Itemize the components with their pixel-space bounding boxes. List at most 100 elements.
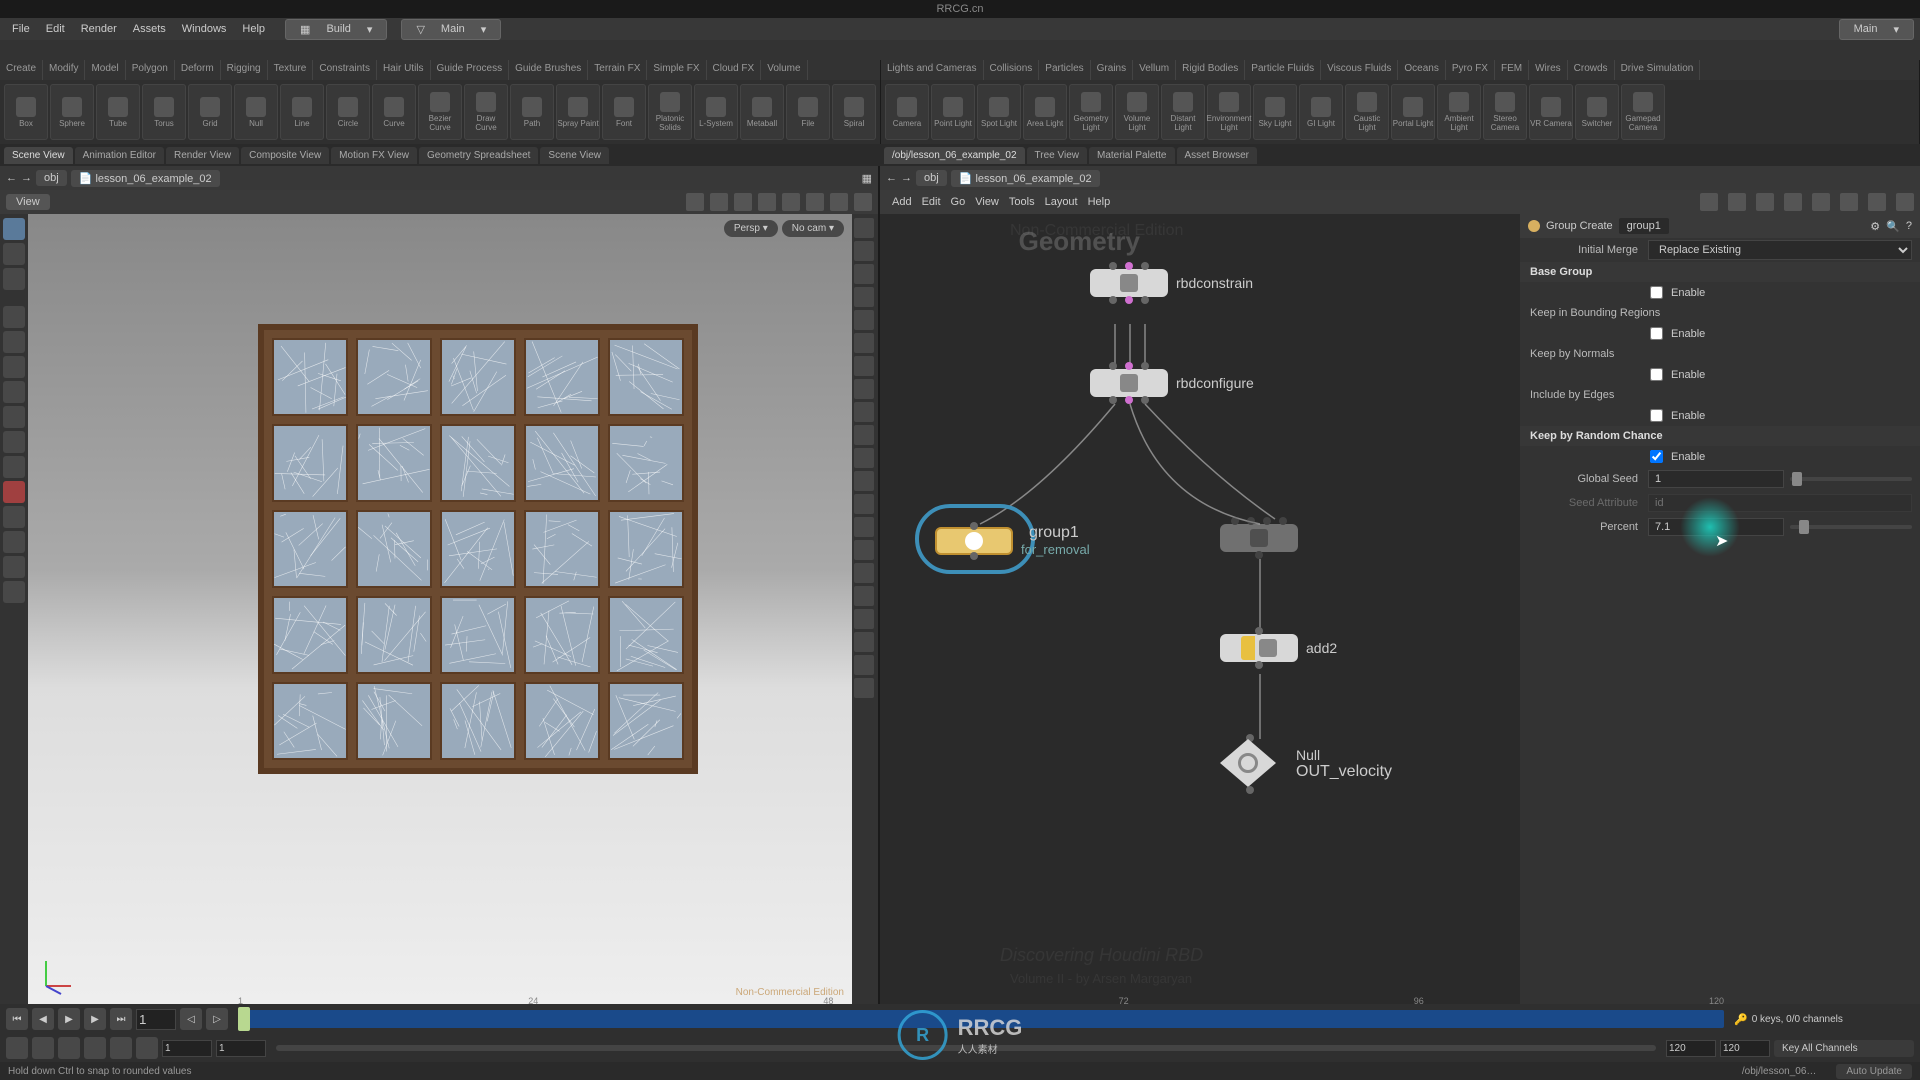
auto-update-button[interactable]: Auto Update <box>1836 1064 1912 1079</box>
vrt-5[interactable] <box>854 310 874 330</box>
shelf-tool[interactable]: Switcher <box>1575 84 1619 140</box>
shelf-tab[interactable]: Rigging <box>221 60 268 80</box>
menu-windows[interactable]: Windows <box>176 21 233 37</box>
vt-icon-8[interactable] <box>854 193 872 211</box>
shelf-tab[interactable]: Polygon <box>126 60 175 80</box>
shelf-tool[interactable]: Font <box>602 84 646 140</box>
vlt-10[interactable] <box>3 456 25 478</box>
nt-icon-4[interactable] <box>1784 193 1802 211</box>
shelf-tab[interactable]: Constraints <box>313 60 377 80</box>
shelf-tab[interactable]: Guide Brushes <box>509 60 588 80</box>
shelf-tool[interactable]: L-System <box>694 84 738 140</box>
param-search-icon[interactable]: 🔍 <box>1886 220 1900 233</box>
nmenu-go[interactable]: Go <box>951 196 966 208</box>
nav-fwd-icon[interactable]: → <box>21 172 32 184</box>
tl-step-back[interactable]: ◁ <box>180 1008 202 1030</box>
tl-step-fwd[interactable]: ▷ <box>206 1008 228 1030</box>
nmenu-help[interactable]: Help <box>1088 196 1111 208</box>
nt-icon-1[interactable] <box>1700 193 1718 211</box>
nav-back-icon[interactable]: ← <box>6 172 17 184</box>
nmenu-view[interactable]: View <box>975 196 999 208</box>
vlt-3[interactable] <box>3 268 25 290</box>
tl-play-rev-button[interactable]: ▶ <box>58 1008 80 1030</box>
param-gear-icon[interactable]: ⚙ <box>1870 220 1880 233</box>
shelf-tool[interactable]: Gamepad Camera <box>1621 84 1665 140</box>
shelf-tab[interactable]: Model <box>85 60 125 80</box>
shelf-tab[interactable]: Particle Fluids <box>1245 60 1321 80</box>
shelf-tool[interactable]: Null <box>234 84 278 140</box>
shelf-tool[interactable]: Tube <box>96 84 140 140</box>
vlt-7[interactable] <box>3 381 25 403</box>
vt-icon-3[interactable] <box>734 193 752 211</box>
tl-end1-input[interactable] <box>1666 1040 1716 1057</box>
param-node-name[interactable]: group1 <box>1619 218 1669 234</box>
nt-icon-3[interactable] <box>1756 193 1774 211</box>
vt-icon-7[interactable] <box>830 193 848 211</box>
shelf-tool[interactable]: Geometry Light <box>1069 84 1113 140</box>
timeline-playhead[interactable] <box>238 1007 250 1031</box>
shelf-tool[interactable]: Stereo Camera <box>1483 84 1527 140</box>
shelf-tool[interactable]: Box <box>4 84 48 140</box>
tl-frame-input[interactable] <box>136 1009 176 1030</box>
tl-prev-button[interactable]: ◀ <box>32 1008 54 1030</box>
vrt-17[interactable] <box>854 586 874 606</box>
shelf-tab[interactable]: Lights and Cameras <box>881 60 984 80</box>
view-mode-button[interactable]: View <box>6 194 50 210</box>
shelf-tab[interactable]: Particles <box>1039 60 1090 80</box>
menuset-selector[interactable]: ▽Main▾ <box>401 19 501 40</box>
tl-end2-input[interactable] <box>1720 1040 1770 1057</box>
pane-tab[interactable]: Material Palette <box>1089 147 1174 164</box>
vrt-9[interactable] <box>854 402 874 422</box>
vrt-13[interactable] <box>854 494 874 514</box>
vrt-4[interactable] <box>854 287 874 307</box>
tl-play-button[interactable]: ▶ <box>84 1008 106 1030</box>
vrt-16[interactable] <box>854 563 874 583</box>
vrt-20[interactable] <box>854 655 874 675</box>
vlt-6[interactable] <box>3 356 25 378</box>
shelf-tool[interactable]: Point Light <box>931 84 975 140</box>
vrt-18[interactable] <box>854 609 874 629</box>
path-file[interactable]: 📄 lesson_06_example_02 <box>71 170 220 187</box>
shelf-tool[interactable]: Environment Light <box>1207 84 1251 140</box>
slider-percent[interactable] <box>1790 525 1912 529</box>
tl-last-button[interactable]: ⏭ <box>110 1008 132 1030</box>
npath-file[interactable]: 📄 lesson_06_example_02 <box>951 170 1100 187</box>
shelf-tool[interactable]: VR Camera <box>1529 84 1573 140</box>
magnet-tool-icon[interactable] <box>3 481 25 503</box>
vt-icon-2[interactable] <box>710 193 728 211</box>
nt-icon-8[interactable] <box>1896 193 1914 211</box>
shelf-tool[interactable]: Caustic Light <box>1345 84 1389 140</box>
chk-random-enable[interactable] <box>1650 450 1663 463</box>
vrt-21[interactable] <box>854 678 874 698</box>
menu-help[interactable]: Help <box>236 21 271 37</box>
select-tool-icon[interactable] <box>3 218 25 240</box>
node-out-velocity[interactable]: Null OUT_velocity <box>1220 739 1392 789</box>
shelf-tool[interactable]: Camera <box>885 84 929 140</box>
pane-tab[interactable]: Motion FX View <box>331 147 417 164</box>
shelf-tab[interactable]: Drive Simulation <box>1615 60 1701 80</box>
tlb-4[interactable] <box>84 1037 106 1059</box>
shelf-tool[interactable]: Area Light <box>1023 84 1067 140</box>
nt-icon-2[interactable] <box>1728 193 1746 211</box>
shelf-tab[interactable]: Viscous Fluids <box>1321 60 1398 80</box>
shelf-tab[interactable]: Texture <box>268 60 314 80</box>
pane-tab[interactable]: Render View <box>166 147 239 164</box>
node-rbdconstraint[interactable]: rbdconstrain <box>1090 269 1253 297</box>
shelf-tab[interactable]: Modify <box>43 60 85 80</box>
shelf-tab[interactable]: Hair Utils <box>377 60 431 80</box>
shelf-tab[interactable]: Vellum <box>1133 60 1176 80</box>
desktop-selector[interactable]: ▦Build▾ <box>285 19 387 40</box>
shelf-tab[interactable]: Volume <box>761 60 807 80</box>
vt-icon-1[interactable] <box>686 193 704 211</box>
tlb-2[interactable] <box>32 1037 54 1059</box>
shelf-tab[interactable]: Collisions <box>984 60 1040 80</box>
shelf-tool[interactable]: Line <box>280 84 324 140</box>
node-rbdconfigure[interactable]: rbdconfigure <box>1090 369 1254 397</box>
pane-tab[interactable]: Animation Editor <box>75 147 164 164</box>
vrt-19[interactable] <box>854 632 874 652</box>
vlt-4[interactable] <box>3 306 25 328</box>
slider-global-seed[interactable] <box>1790 477 1912 481</box>
nnav-back-icon[interactable]: ← <box>886 172 897 184</box>
tlb-5[interactable] <box>110 1037 132 1059</box>
shelf-tab[interactable]: Rigid Bodies <box>1176 60 1245 80</box>
